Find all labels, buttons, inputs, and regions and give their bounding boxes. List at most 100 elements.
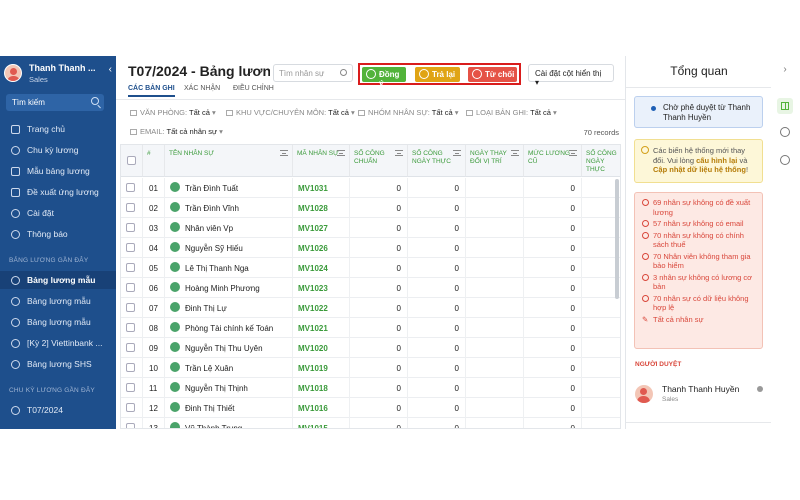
sidebar-search-input[interactable]: Tìm kiếm [6, 94, 104, 111]
row-checkbox[interactable] [126, 423, 135, 428]
filter-group[interactable]: NHÓM NHÂN SỰ: Tất cả ▾ [358, 108, 458, 117]
standard-workdays: 0 [350, 398, 408, 418]
error-item[interactable]: 70 Nhân viên không tham gia bảo hiểm [641, 252, 758, 271]
column-settings-dropdown[interactable]: Cài đặt cột hiển thị ▾ [528, 64, 614, 87]
row-checkbox[interactable] [126, 283, 135, 292]
filter-value: Tất cả [530, 108, 551, 117]
row-checkbox[interactable] [126, 303, 135, 312]
row-checkbox[interactable] [126, 403, 135, 412]
column-header[interactable]: MỨC LƯƠNG CŨ [524, 145, 582, 177]
filter-icon[interactable] [511, 150, 519, 156]
approve-button[interactable]: Đồng ý [362, 67, 406, 88]
row-checkbox[interactable] [126, 343, 135, 352]
row-checkbox[interactable] [126, 223, 135, 232]
row-checkbox[interactable] [126, 243, 135, 252]
table-row[interactable]: 09 Nguyễn Thị Thu Uyên MV1020 0 0 0 [121, 338, 620, 358]
user-icon [170, 342, 180, 352]
recent-table-item[interactable]: Bảng lương SHS [0, 355, 116, 373]
filter-icon[interactable] [569, 150, 577, 156]
table-row[interactable]: 05 Lê Thị Thanh Nga MV1024 0 0 0 [121, 258, 620, 278]
sidebar-item-settings[interactable]: Cài đặt [0, 204, 116, 222]
table-row[interactable]: 01 Trần Đình Tuất MV1031 0 0 0 [121, 178, 620, 198]
table-row[interactable]: 04 Nguyễn Sỹ Hiếu MV1026 0 0 0 [121, 238, 620, 258]
grid-icon[interactable] [777, 98, 793, 114]
standard-workdays-text: 0 [396, 424, 401, 429]
chevron-right-icon[interactable]: › [777, 62, 793, 78]
error-item[interactable]: 70 nhân sự không có chính sách thuế [641, 231, 758, 250]
info-icon[interactable] [777, 124, 793, 140]
page-title: T07/2024 - Bảng lương n [128, 63, 270, 79]
history-icon[interactable] [777, 152, 793, 168]
user-profile[interactable]: Thanh Thanh ... Sales ‹ [4, 61, 114, 89]
column-header[interactable]: SỐ CÔNG CHUẨN [350, 145, 408, 177]
column-header[interactable]: SỐ CÔNG NGÀY THỰC [408, 145, 466, 177]
recent-table-item[interactable]: Bảng lương mẫu [0, 292, 116, 310]
recent-table-item[interactable]: Bảng lương mẫu [0, 271, 116, 289]
table-row[interactable]: 12 Đinh Thị Thiết MV1016 0 0 0 [121, 398, 620, 418]
reject-button[interactable]: Từ chối [468, 67, 517, 82]
recent-table-item[interactable]: [Kỳ 2] Viettinbank ... [0, 334, 116, 352]
tab-confirm[interactable]: XÁC NHẬN [184, 85, 220, 95]
position-change-date [466, 278, 524, 298]
sidebar-item-salary-advance[interactable]: Đề xuất ứng lương [0, 183, 116, 201]
tab-records[interactable]: CÁC BẢN GHI [128, 85, 175, 97]
column-header[interactable]: # [143, 145, 165, 177]
vertical-scrollbar[interactable] [615, 179, 619, 299]
column-header[interactable]: NGÀY THAY ĐỔI VỊ TRÍ [466, 145, 524, 177]
table-row[interactable]: 08 Phòng Tài chính kế Toán MV1021 0 0 0 [121, 318, 620, 338]
main-content: T07/2024 - Bảng lương n Tìm nhân sự Đồng… [116, 56, 625, 429]
filter-record-type[interactable]: LOẠI BẢN GHI: Tất cả ▾ [466, 108, 557, 117]
tab-adjust[interactable]: ĐIỀU CHỈNH [233, 85, 274, 95]
column-header[interactable]: MÃ NHÂN SỰ [293, 145, 350, 177]
table-row[interactable]: 13 Vũ Thành Trung MV1015 0 0 0 [121, 418, 620, 429]
user-icon [170, 402, 180, 412]
table-row[interactable]: 06 Hoàng Minh Phương MV1023 0 0 0 [121, 278, 620, 298]
sidebar-item-home[interactable]: Trang chủ [0, 120, 116, 138]
sidebar-item-payroll-cycle[interactable]: Chu kỳ lương [0, 141, 116, 159]
error-item[interactable]: 69 nhân sự không có đề xuất lương [641, 198, 758, 217]
sidebar-item-label: Bảng lương mẫu [27, 317, 91, 327]
select-all-checkbox[interactable] [127, 156, 136, 165]
row-checkbox[interactable] [126, 263, 135, 272]
return-button[interactable]: Trả lại [415, 67, 460, 82]
filter-icon[interactable] [337, 150, 345, 156]
error-item[interactable]: 70 nhân sự có dữ liệu không hợp lệ [641, 294, 758, 313]
employee-code-text: MV1016 [298, 404, 328, 413]
table-row[interactable]: 03 Nhân viên Vp MV1027 0 0 0 [121, 218, 620, 238]
table-row[interactable]: 07 Đinh Thị Lự MV1022 0 0 0 [121, 298, 620, 318]
table-row[interactable]: 02 Trần Đình Vĩnh MV1028 0 0 0 [121, 198, 620, 218]
column-header[interactable]: SỐ CÔNG NGÀY THỰC [582, 145, 620, 177]
row-checkbox[interactable] [126, 323, 135, 332]
error-item[interactable]: 57 nhân sự không có email [641, 219, 758, 229]
filter-area[interactable]: KHU VỰC/CHUYÊN MÔN: Tất cả ▾ [226, 108, 355, 117]
sidebar-item-label: Bảng lương mẫu [27, 296, 91, 306]
employee-name: Nguyễn Thị Thu Uyên [165, 338, 293, 358]
row-checkbox[interactable] [126, 363, 135, 372]
recent-table-item[interactable]: Bảng lương mẫu [0, 313, 116, 331]
actual-workdays-text: 0 [454, 224, 459, 233]
actual-workdays-text: 0 [454, 424, 459, 429]
filter-icon[interactable] [280, 150, 288, 156]
row-checkbox[interactable] [126, 183, 135, 192]
cycle-icon [11, 146, 20, 155]
employee-search-input[interactable]: Tìm nhân sự [273, 64, 353, 82]
error-item[interactable]: ✎ Tất cả nhân sự [641, 315, 758, 325]
group-icon [358, 110, 365, 117]
table-row[interactable]: 11 Nguyễn Thị Thịnh MV1018 0 0 0 [121, 378, 620, 398]
table-row[interactable]: 10 Trần Lệ Xuân MV1019 0 0 0 [121, 358, 620, 378]
error-item[interactable]: 3 nhân sự không có lương cơ bản [641, 273, 758, 292]
sidebar-item-notifications[interactable]: Thông báo [0, 225, 116, 243]
recent-cycle-item[interactable]: T07/2024 [0, 401, 116, 419]
row-checkbox[interactable] [126, 383, 135, 392]
chevron-left-icon[interactable]: ‹ [109, 64, 112, 75]
filter-office[interactable]: VĂN PHÒNG: Tất cả ▾ [130, 108, 216, 117]
row-checkbox[interactable] [126, 203, 135, 212]
update-system-data-link[interactable]: Cập nhật dữ liệu hệ thống [653, 165, 746, 174]
reconfigure-link[interactable]: cấu hình lại [696, 156, 737, 165]
employee-search-placeholder: Tìm nhân sự [279, 69, 325, 78]
column-header[interactable]: TÊN NHÂN SỰ [165, 145, 293, 177]
filter-icon[interactable] [395, 150, 403, 156]
filter-icon[interactable] [453, 150, 461, 156]
filter-email[interactable]: EMAIL: Tất cả nhân sự ▾ [130, 127, 223, 136]
sidebar-item-payroll-template[interactable]: Mẫu bảng lương [0, 162, 116, 180]
